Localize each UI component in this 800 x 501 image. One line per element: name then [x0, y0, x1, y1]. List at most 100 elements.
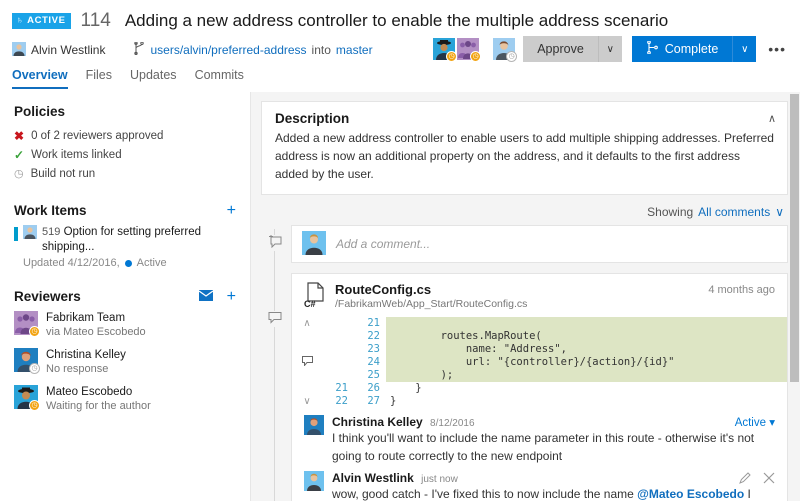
comment-status-label: Active [735, 417, 766, 429]
comment-time: 8/12/2016 [430, 418, 475, 429]
tab-files[interactable]: Files [86, 68, 112, 87]
pull-request-icon: ♄ [16, 16, 24, 26]
diff-gutter: ∧ ∨ [292, 317, 322, 408]
check-icon: ✓ [14, 148, 24, 162]
code-line: name: "Address", [386, 343, 787, 356]
mail-icon[interactable] [199, 289, 213, 304]
comment-text: I think you'll want to include the name … [332, 429, 775, 465]
pencil-icon[interactable] [739, 473, 754, 487]
sidebar: Policies ✖ 0 of 2 reviewers approved ✓ W… [0, 92, 251, 501]
clock-badge-icon: ◷ [470, 51, 481, 62]
file-comment-thread: C# RouteConfig.cs /FabrikamWeb/App_Start… [291, 273, 788, 501]
close-icon[interactable] [763, 473, 775, 487]
description-title: Description [275, 111, 774, 126]
complete-button[interactable]: Complete [632, 36, 733, 62]
into-label: into [312, 43, 331, 57]
avatar: ◷ [14, 385, 38, 409]
diff-new-line-numbers: 21 22 23 24 25 26 27 [354, 317, 386, 408]
avatar: ◷ [14, 311, 38, 335]
work-item-row[interactable]: 519 Option for setting preferred shippin… [14, 225, 236, 269]
old-line-no: 22 [322, 395, 348, 408]
clock-badge-icon: ◷ [29, 326, 40, 337]
expand-up-button[interactable]: ∧ [292, 317, 322, 330]
avatar-mateo-escobedo[interactable]: ◷ [433, 38, 455, 60]
target-branch-link[interactable]: master [336, 43, 373, 57]
chevron-down-icon[interactable]: ∨ [775, 205, 784, 219]
comment-text-before: wow, good catch - I've fixed this to now… [332, 487, 637, 501]
reviewer-row-christina-kelley[interactable]: ◷ Christina Kelley No response [14, 348, 236, 376]
avatar-fabrikam-team[interactable]: ◷ [457, 38, 479, 60]
tab-commits[interactable]: Commits [195, 68, 244, 87]
reviewer-name: Mateo Escobedo [46, 385, 151, 399]
policies-section-title: Policies [14, 104, 236, 119]
reviewer-row-mateo-escobedo[interactable]: ◷ Mateo Escobedo Waiting for the author [14, 385, 236, 413]
diff-view: ∧ ∨ [292, 317, 787, 408]
status-badge: ♄ ACTIVE [12, 13, 71, 29]
file-name[interactable]: RouteConfig.cs [335, 282, 527, 297]
policies-title-label: Policies [14, 104, 65, 119]
add-reviewer-button[interactable]: + [227, 291, 236, 303]
branch-info: users/alvin/preferred-address into maste… [133, 42, 372, 58]
showing-label: Showing [647, 205, 693, 219]
work-item-subtitle: Updated 4/12/2016, Active [23, 257, 236, 269]
comment-status-dropdown[interactable]: Active ▾ [735, 415, 775, 429]
work-items-section-title: Work Items + [14, 203, 236, 218]
code-line: } [386, 382, 787, 395]
source-branch-link[interactable]: users/alvin/preferred-address [150, 43, 306, 57]
reviewer-name: Christina Kelley [46, 348, 126, 362]
old-line-no [322, 343, 348, 356]
file-header: C# RouteConfig.cs /FabrikamWeb/App_Start… [292, 282, 787, 317]
work-item-type-bar [14, 227, 18, 241]
add-work-item-button[interactable]: + [227, 205, 236, 217]
old-line-no [322, 356, 348, 369]
comment-filter-dropdown[interactable]: All comments [698, 205, 770, 219]
clock-badge-icon: ◷ [446, 51, 457, 62]
user-mention[interactable]: @Mateo Escobedo [637, 487, 744, 501]
pr-title-row: ♄ ACTIVE 114 Adding a new address contro… [12, 8, 788, 34]
work-item-updated: Updated 4/12/2016, [23, 257, 120, 269]
clock-badge-icon: ◷ [29, 363, 40, 374]
comment-author: Christina Kelley [332, 415, 423, 429]
code-line: url: "{controller}/{action}/{id}" [386, 356, 787, 369]
policy-item-build: ◷ Build not run [14, 164, 236, 183]
add-comment-icon [267, 235, 283, 251]
avatar [304, 415, 324, 435]
clock-badge-icon: ◷ [506, 51, 517, 62]
reviewer-row-fabrikam-team[interactable]: ◷ Fabrikam Team via Mateo Escobedo [14, 311, 236, 339]
old-line-no [322, 369, 348, 382]
reviewer-status: Waiting for the author [46, 399, 151, 413]
new-line-no: 26 [354, 382, 380, 395]
expand-down-button[interactable]: ∨ [292, 395, 322, 408]
svg-text:C#: C# [304, 299, 316, 308]
tab-updates[interactable]: Updates [130, 68, 177, 87]
approve-button[interactable]: Approve [523, 36, 598, 62]
description-body: Added a new address controller to enable… [275, 129, 774, 183]
code-line [386, 317, 787, 330]
policy-item-reviewers: ✖ 0 of 2 reviewers approved [14, 126, 236, 145]
chevron-down-icon: ▾ [769, 417, 775, 429]
page-title: Adding a new address controller to enabl… [125, 11, 668, 31]
scrollbar-thumb[interactable] [790, 94, 799, 382]
diff-old-line-numbers: 21 22 [322, 317, 354, 408]
spacer [14, 183, 236, 203]
comment-alvin-westlink: Alvin Westlink just now wow, good catch … [304, 471, 775, 501]
tab-overview[interactable]: Overview [12, 68, 68, 89]
comment-author: Alvin Westlink [332, 471, 414, 485]
pr-tabs: Overview Files Updates Commits [12, 68, 788, 92]
comment-time: just now [421, 474, 458, 485]
pr-author-name: Alvin Westlink [31, 43, 105, 57]
chevron-up-icon[interactable]: ∧ [768, 112, 776, 125]
main-content: Description Added a new address controll… [251, 92, 800, 501]
approve-dropdown-button[interactable]: ∨ [598, 36, 622, 62]
work-item-title: Option for setting preferred shipping... [42, 226, 201, 253]
timeline-line [274, 229, 275, 501]
main-scrollbar[interactable] [789, 92, 800, 501]
line-comment-icon[interactable] [292, 356, 322, 369]
new-comment-box[interactable]: Add a comment... [291, 225, 788, 263]
state-dot-icon [125, 260, 132, 267]
complete-dropdown-button[interactable]: ∨ [732, 36, 756, 62]
reviewer-status: via Mateo Escobedo [46, 325, 146, 339]
reviewer-name: Fabrikam Team [46, 311, 146, 325]
more-actions-button[interactable]: ••• [764, 41, 790, 57]
avatar-christina-kelley[interactable]: ◷ [493, 38, 515, 60]
